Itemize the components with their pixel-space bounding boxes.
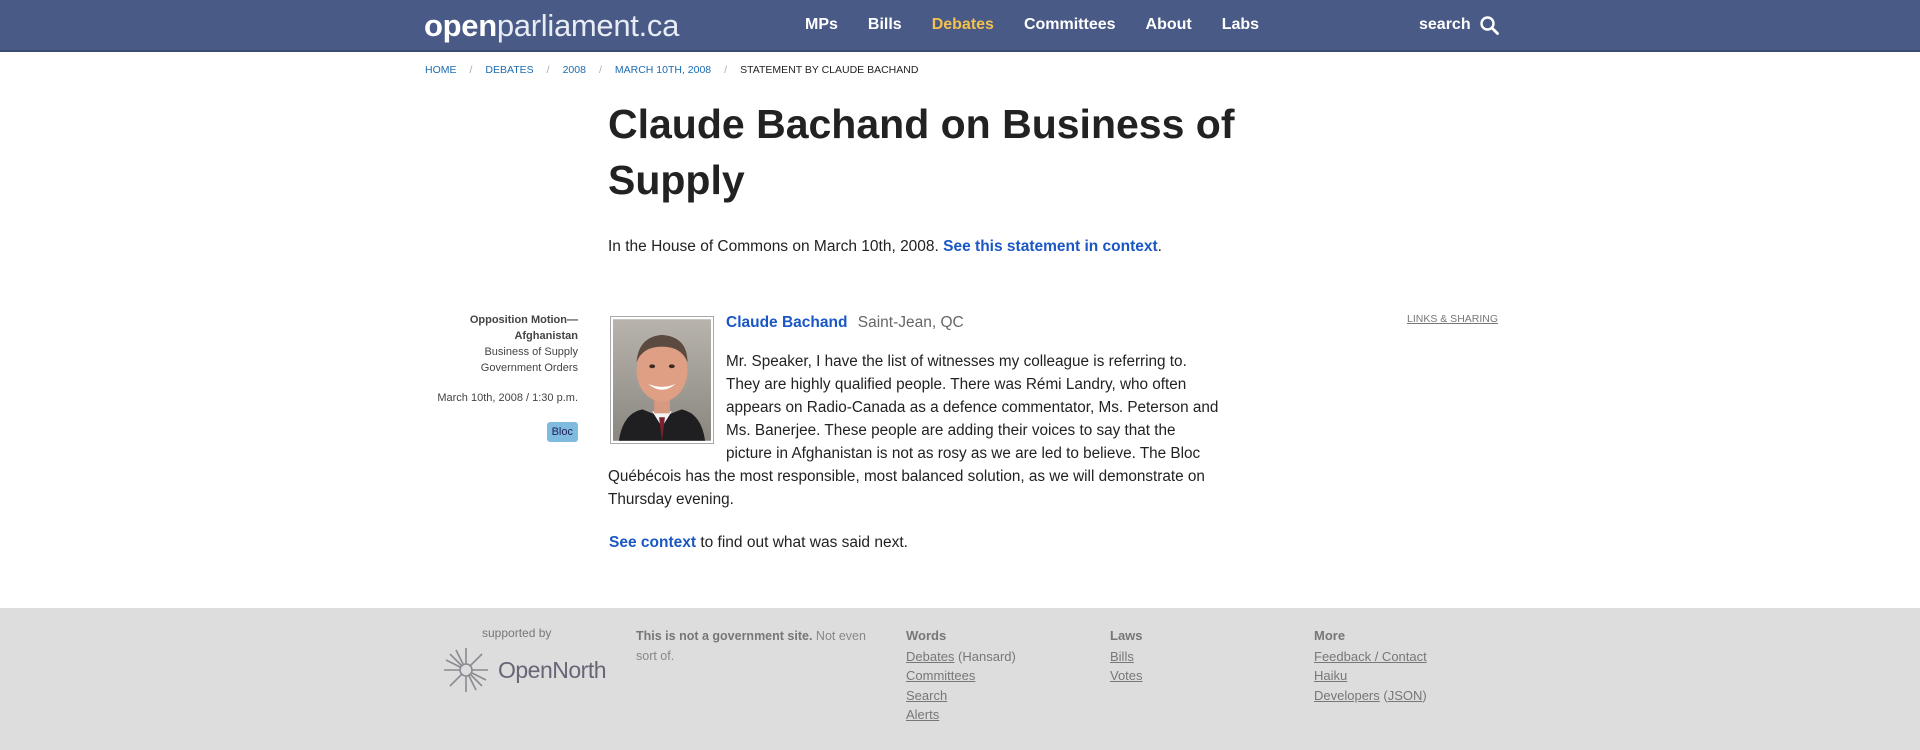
breadcrumb-year[interactable]: 2008: [563, 64, 586, 76]
breadcrumb-home[interactable]: HOME: [425, 64, 457, 76]
logo-parliament: parliament.ca: [496, 8, 680, 43]
footer-more-heading: More: [1314, 628, 1346, 643]
speaker-line: Claude Bachand Saint-Jean, QC: [726, 314, 964, 332]
intro-period: .: [1157, 238, 1162, 255]
footer-feedback-link[interactable]: Feedback / Contact: [1314, 649, 1427, 664]
intro-text: In the House of Commons on March 10th, 2…: [608, 238, 939, 255]
opennorth-wordmark: OpenNorth: [498, 656, 607, 683]
nav-committees[interactable]: Committees: [1024, 16, 1116, 34]
site-footer: supported by OpenNorth This is not a gov…: [0, 608, 1920, 750]
nav-debates[interactable]: Debates: [932, 16, 994, 34]
footer-disclaimer: This is not a government site. Not even …: [636, 626, 886, 666]
statement-context-link[interactable]: See this statement in context: [943, 238, 1157, 255]
opennorth-logo[interactable]: OpenNorth: [440, 644, 607, 696]
nav-bills[interactable]: Bills: [868, 16, 902, 34]
breadcrumb-date[interactable]: MARCH 10TH, 2008: [615, 64, 711, 76]
search-button[interactable]: search: [1419, 15, 1499, 35]
see-context-text: to find out what was said next.: [696, 534, 908, 551]
see-context-line: See context to find out what was said ne…: [609, 534, 908, 552]
footer-laws-heading: Laws: [1110, 628, 1143, 643]
debate-category: Government Orders: [480, 362, 578, 374]
breadcrumb-separator: /: [546, 64, 550, 76]
disclaimer-bold: This is not a government site.: [636, 629, 813, 643]
breadcrumb-separator: /: [598, 64, 602, 76]
breadcrumb-separator: /: [724, 64, 728, 76]
page-title: Claude Bachand on Business of Supply: [608, 101, 1235, 203]
breadcrumb-current: STATEMENT BY CLAUDE BACHAND: [740, 64, 919, 76]
footer-words-heading: Words: [906, 628, 947, 643]
footer-json-link[interactable]: JSON: [1388, 688, 1423, 703]
breadcrumb-separator: /: [469, 64, 473, 76]
logo-open: open: [424, 8, 497, 43]
breadcrumb-debates[interactable]: DEBATES: [485, 64, 533, 76]
nav-labs[interactable]: Labs: [1222, 16, 1259, 34]
footer-alerts-link[interactable]: Alerts: [906, 707, 939, 722]
footer-committees-link[interactable]: Committees: [906, 668, 975, 683]
statement-meta: Opposition Motion—Afghanistan Business o…: [420, 312, 578, 442]
footer-haiku-link[interactable]: Haiku: [1314, 668, 1347, 683]
speaker-name-link[interactable]: Claude Bachand: [726, 314, 847, 331]
search-icon: [1479, 16, 1499, 35]
footer-words-column: Words Debates (Hansard) Committees Searc…: [906, 626, 1016, 725]
footer-hansard-note: (Hansard): [954, 648, 1016, 664]
footer-search-link[interactable]: Search: [906, 688, 947, 703]
nav-about[interactable]: About: [1146, 16, 1192, 34]
footer-more-column: More Feedback / Contact Haiku Developers…: [1314, 628, 1427, 703]
statement-text: Mr. Speaker, I have the list of witnesse…: [608, 353, 1219, 508]
footer-debates-link[interactable]: Debates: [906, 649, 954, 664]
links-sharing-toggle[interactable]: LINKS & SHARING: [1407, 313, 1498, 325]
main-nav: MPs Bills Debates Committees About Labs: [805, 16, 1289, 34]
statement-time: March 10th, 2008 / 1:30 p.m.: [437, 392, 578, 404]
nav-mps[interactable]: MPs: [805, 16, 838, 34]
supported-by-label: supported by: [482, 626, 552, 640]
footer-votes-link[interactable]: Votes: [1110, 668, 1143, 683]
site-logo[interactable]: openparliament.ca: [424, 8, 679, 44]
top-navigation-bar: openparliament.ca MPs Bills Debates Comm…: [0, 0, 1920, 52]
opennorth-star-icon: [444, 648, 488, 692]
search-label: search: [1419, 16, 1471, 33]
debate-section: Business of Supply: [484, 346, 578, 358]
footer-developers-link[interactable]: Developers: [1314, 688, 1380, 703]
debate-topic: Opposition Motion—Afghanistan: [469, 314, 578, 342]
party-badge: Bloc: [546, 422, 578, 442]
intro-line: In the House of Commons on March 10th, 2…: [608, 238, 1162, 256]
breadcrumb: HOME / DEBATES / 2008 / MARCH 10TH, 2008…: [425, 64, 918, 76]
footer-laws-column: Laws Bills Votes: [1110, 626, 1143, 686]
see-context-link[interactable]: See context: [609, 534, 696, 551]
footer-bills-link[interactable]: Bills: [1110, 649, 1134, 664]
speaker-riding: Saint-Jean, QC: [857, 314, 964, 331]
